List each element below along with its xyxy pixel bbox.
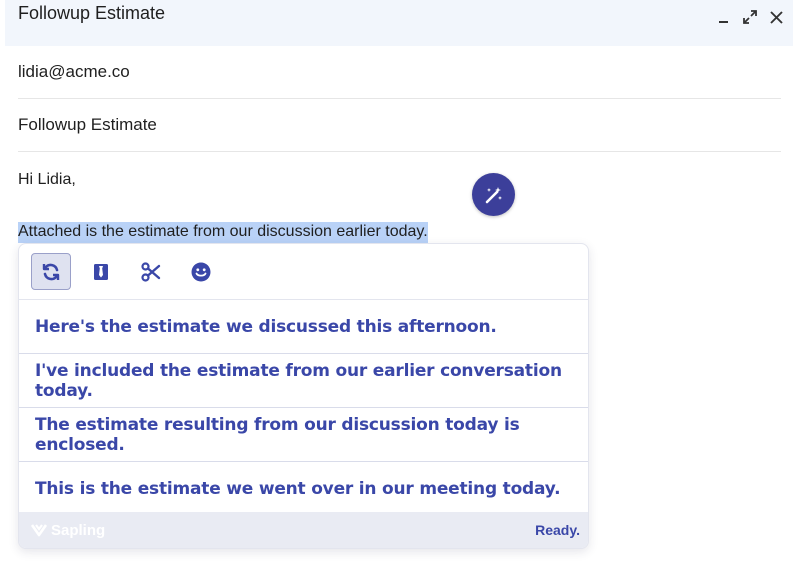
emoji-button[interactable] [181,253,221,290]
minimize-icon[interactable] [715,8,733,26]
sapling-logo-icon [31,524,47,537]
compose-titlebar[interactable]: Followup Estimate [5,0,793,46]
sapling-brand[interactable]: Sapling [31,522,105,539]
body-selected-text[interactable]: Attached is the estimate from our discus… [18,222,428,243]
suggestion-item[interactable]: I've included the estimate from our earl… [19,354,588,408]
subject-value: Followup Estimate [18,115,157,134]
body-greeting[interactable]: Hi Lidia, [18,171,76,189]
to-value: lidia@acme.co [18,62,130,81]
window-controls [715,8,785,26]
popup-footer: Sapling Ready. [19,512,588,548]
magic-wand-button[interactable] [472,173,515,216]
rephrase-icon [42,263,60,280]
suggestion-item[interactable]: The estimate resulting from our discussi… [19,408,588,462]
shorten-icon [141,261,161,282]
suggestion-item[interactable]: This is the estimate we went over in our… [19,462,588,516]
sapling-suggestions-popup: Here's the estimate we discussed this af… [18,243,589,549]
magic-wand-icon [485,186,502,203]
formal-tone-button[interactable] [81,253,121,290]
rephrase-button[interactable] [31,253,71,290]
emoji-icon [191,262,211,281]
suggestion-item[interactable]: Here's the estimate we discussed this af… [19,300,588,354]
status-text: Ready. [535,522,580,538]
shorten-button[interactable] [131,253,171,290]
expand-icon[interactable] [741,8,759,26]
to-field[interactable]: lidia@acme.co [18,46,781,99]
compose-window: Followup Estimate lidia@acme.co Followup… [0,0,793,563]
subject-field[interactable]: Followup Estimate [18,99,781,152]
close-icon[interactable] [767,8,785,26]
brand-name: Sapling [51,521,106,539]
compose-title: Followup Estimate [18,3,166,23]
formal-icon [94,263,108,280]
assistant-toolbar [19,244,588,300]
